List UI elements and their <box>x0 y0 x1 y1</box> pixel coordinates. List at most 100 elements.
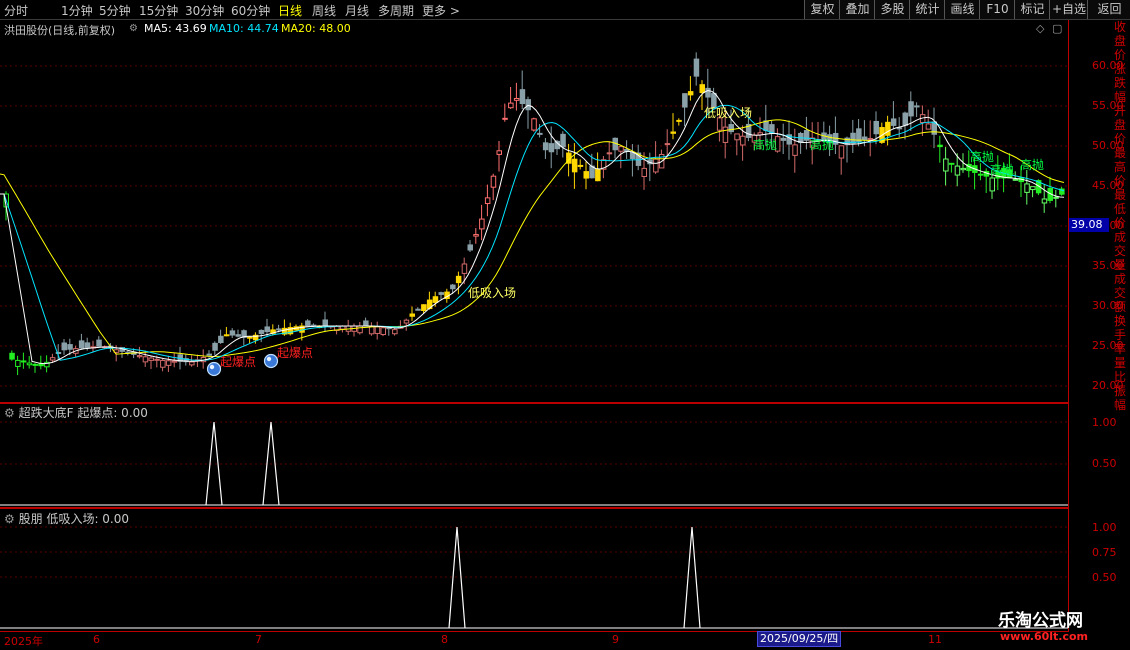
burst-point-label: 起爆点 <box>277 346 313 360</box>
candle <box>415 308 421 311</box>
candle <box>363 320 369 327</box>
candle <box>583 171 589 179</box>
tab-daily[interactable]: 日线 <box>278 2 302 19</box>
date-label: 9 <box>612 633 619 646</box>
candle <box>496 150 502 155</box>
statistics-button[interactable]: 统计 <box>909 0 945 19</box>
candle <box>67 344 73 350</box>
date-label: 8 <box>441 633 448 646</box>
candle <box>693 58 700 77</box>
candle <box>61 342 67 351</box>
signal-ball-highlight <box>266 356 272 362</box>
tab-5min[interactable]: 5分钟 <box>99 2 131 19</box>
mark-button[interactable]: 标记 <box>1014 0 1050 19</box>
candle <box>977 173 984 176</box>
tab-60min[interactable]: 60分钟 <box>231 2 270 19</box>
signal-ball-icon <box>263 353 279 369</box>
candle <box>450 284 456 290</box>
tab-timeshare[interactable]: 分时 <box>4 2 28 19</box>
candle <box>467 244 473 251</box>
candle <box>49 357 56 361</box>
candle <box>676 119 682 122</box>
candle <box>780 137 787 141</box>
candle <box>519 89 526 105</box>
candle <box>914 105 920 108</box>
candle <box>502 117 508 120</box>
candle <box>542 142 549 151</box>
candle <box>508 102 514 109</box>
candle <box>925 123 932 130</box>
candle <box>548 143 555 153</box>
overlay-button[interactable]: 叠加 <box>839 0 875 19</box>
candle <box>160 359 166 368</box>
tab-multi-period[interactable]: 多周期 <box>378 2 414 19</box>
candlestick-chart[interactable]: 低吸入场低吸入场高抛 高抛高抛高抛高抛起爆点起爆点 <box>0 20 1068 404</box>
candle <box>322 319 328 327</box>
candle <box>1024 183 1030 193</box>
candle <box>136 355 143 358</box>
draw-line-button[interactable]: 画线 <box>944 0 980 19</box>
high-sell-label: 高抛 <box>990 162 1014 177</box>
candle <box>571 158 578 173</box>
candle <box>403 319 410 324</box>
candle <box>432 296 439 303</box>
candle <box>670 131 676 134</box>
candle <box>740 135 746 146</box>
period-toolbar: 分时 1分钟 5分钟 15分钟 30分钟 60分钟 日线 周线 月线 多周期 更… <box>0 0 1130 20</box>
ma10-line <box>0 104 1065 361</box>
candle <box>154 358 160 361</box>
high-sell-label: 高抛 <box>1020 157 1044 172</box>
candle <box>1030 186 1036 191</box>
sub1-tick: 1.00 <box>1092 416 1117 429</box>
candle <box>212 342 218 351</box>
tab-weekly[interactable]: 周线 <box>312 2 336 19</box>
candle <box>525 99 531 111</box>
candle <box>247 336 253 339</box>
tab-15min[interactable]: 15分钟 <box>139 2 178 19</box>
candle <box>490 175 497 188</box>
candle <box>606 152 613 155</box>
candle <box>96 339 102 347</box>
watermark-title: 乐淘公式网 <box>998 611 1083 631</box>
candle <box>455 275 462 284</box>
candle <box>792 144 798 156</box>
multi-stock-button[interactable]: 多股 <box>874 0 910 19</box>
burst-point-label: 起爆点 <box>220 355 256 369</box>
candle <box>223 334 230 337</box>
date-axis: 2025年 6 7 8 9 11 <box>0 631 1068 648</box>
indicator-pane-1[interactable] <box>0 404 1068 508</box>
candle <box>32 363 38 366</box>
candle <box>20 360 27 363</box>
tab-more[interactable]: 更多 > <box>422 2 460 19</box>
tab-monthly[interactable]: 月线 <box>345 2 369 19</box>
restore-rights-button[interactable]: 复权 <box>804 0 840 19</box>
watermark-url: www.60lt.com <box>1000 630 1089 643</box>
candle <box>989 177 995 192</box>
tab-1min[interactable]: 1分钟 <box>61 2 93 19</box>
ma20-line <box>0 119 1065 358</box>
signal-ball-highlight <box>209 364 215 370</box>
signal-ball-icon <box>206 361 222 377</box>
date-label: 7 <box>255 633 262 646</box>
high-sell-label: 高抛 <box>753 137 777 152</box>
back-button[interactable]: 返回 <box>1087 0 1130 19</box>
date-label: 6 <box>93 633 100 646</box>
candle <box>1053 196 1059 199</box>
date-label: 2025年 <box>4 635 43 648</box>
candle <box>421 304 427 312</box>
candle <box>943 158 949 172</box>
candle <box>473 234 479 237</box>
add-watchlist-button[interactable]: +自选 <box>1049 0 1088 19</box>
candle <box>392 329 398 335</box>
candle <box>235 334 241 337</box>
candle <box>438 292 444 295</box>
candle <box>595 168 601 182</box>
candle <box>560 133 566 148</box>
candle <box>531 118 537 131</box>
f10-button[interactable]: F10 <box>979 0 1015 19</box>
indicator-pane-2[interactable] <box>0 509 1068 631</box>
tab-30min[interactable]: 30分钟 <box>185 2 224 19</box>
candle <box>484 197 491 205</box>
axis-line <box>1068 20 1069 632</box>
candle <box>664 143 671 146</box>
